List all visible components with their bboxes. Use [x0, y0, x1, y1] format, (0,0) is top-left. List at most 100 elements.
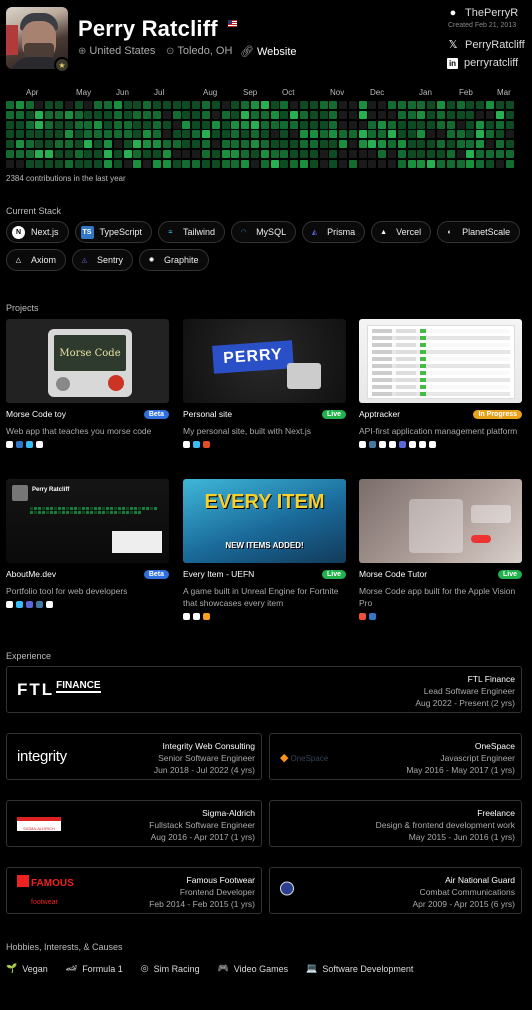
stack-chip[interactable]: ✹ Graphite — [139, 249, 209, 271]
sprout-icon: 🌱 — [6, 963, 18, 973]
contribution-cell — [201, 149, 210, 158]
contribution-cell — [250, 140, 259, 149]
contribution-cell — [378, 130, 387, 139]
project-description: Morse Code app built for the Apple Visio… — [359, 586, 516, 608]
stack-chip[interactable]: ◭ Prisma — [302, 221, 366, 243]
contribution-cell — [172, 101, 181, 109]
project-card[interactable]: Apptracker In Progress API-first applicati… — [359, 319, 522, 448]
contribution-cell — [505, 149, 514, 158]
stack-list: N Next.js TS TypeScript ≈ Tailwind ◠ MySQL ◭ Pris… — [6, 221, 526, 271]
linkedin-link[interactable]: in perryratcliff — [447, 57, 518, 69]
stack-chip[interactable]: △ Axiom — [6, 249, 67, 271]
experience-card[interactable]: Air National Guard Combat Communications A… — [269, 867, 522, 914]
contribution-cell — [192, 149, 201, 158]
contribution-cell — [15, 130, 24, 139]
contribution-cell — [486, 120, 495, 129]
contribution-cell — [64, 101, 73, 109]
project-title: AboutMe.dev — [6, 569, 57, 579]
tech-icon — [379, 441, 386, 448]
stack-chip[interactable]: TS TypeScript — [74, 221, 153, 243]
month-label: Mar — [497, 88, 511, 97]
contribution-cell — [211, 159, 220, 168]
project-card[interactable]: PERRY Personal site Live My personal site, … — [183, 319, 346, 448]
hobby-item: 🏎 Formula 1 — [66, 963, 123, 974]
contribution-cell — [25, 130, 34, 139]
contribution-cell — [241, 130, 250, 139]
contribution-cell — [407, 159, 416, 168]
stack-chip[interactable]: N Next.js — [6, 221, 69, 243]
project-card[interactable]: Morse Code Tutor Live Morse Code app built… — [359, 479, 522, 620]
contribution-cell — [280, 140, 289, 149]
contribution-cell — [162, 101, 171, 109]
stack-chip[interactable]: ◐ PlanetScale — [437, 221, 521, 243]
website-link[interactable]: 🔗︎ Website — [240, 45, 297, 59]
contribution-cell — [260, 130, 269, 139]
stack-chip[interactable]: ▲ Vercel — [371, 221, 432, 243]
contribution-cell — [94, 140, 103, 149]
stack-chip[interactable]: ◬ Sentry — [72, 249, 134, 271]
company-name: FTL Finance — [467, 674, 515, 684]
experience-card[interactable]: FTL FINANCE FTL Finance Lead Software Engin… — [6, 666, 522, 713]
stack-chip[interactable]: ◠ MySQL — [231, 221, 297, 243]
project-tech-icons — [6, 601, 169, 608]
contribution-cell — [94, 101, 103, 109]
job-role: Frontend Developer — [179, 887, 255, 897]
job-dates: May 2016 - May 2017 (1 yrs) — [406, 765, 515, 775]
contribution-cell — [495, 101, 504, 109]
experience-card[interactable]: ◆ OneSpace OneSpace Javascript Engineer May … — [269, 733, 522, 780]
contribution-cell — [6, 140, 14, 149]
experience-card[interactable]: Freelance Design & frontend development w… — [269, 800, 522, 847]
contribution-cell — [201, 110, 210, 119]
contribution-graph — [6, 101, 514, 168]
experience-card[interactable]: SIGMA-ALDRICH Sigma-Aldrich Fullstack Soft… — [6, 800, 262, 847]
contribution-cell — [495, 159, 504, 168]
contribution-cell — [143, 130, 152, 139]
contribution-cell — [486, 140, 495, 149]
contribution-cell — [309, 140, 318, 149]
contribution-cell — [6, 110, 14, 119]
x-link[interactable]: 𝕏 PerryRatcliff — [447, 38, 525, 52]
contribution-cell — [329, 159, 338, 168]
project-card[interactable]: Perry Ratcliff AboutMe.dev Beta Portfolio t… — [6, 479, 169, 608]
tech-icon — [16, 441, 23, 448]
job-dates: Aug 2016 - Apr 2017 (1 yrs) — [150, 832, 255, 842]
company-name: Integrity Web Consulting — [162, 741, 255, 751]
project-card[interactable]: Morse Code Morse Code toy Beta Web app that… — [6, 319, 169, 448]
contribution-cell — [35, 149, 44, 158]
project-description: Web app that teaches you morse code — [6, 426, 152, 436]
contribution-cell — [192, 130, 201, 139]
contribution-cell — [35, 120, 44, 129]
contribution-cell — [133, 159, 142, 168]
contribution-cell — [133, 120, 142, 129]
map-pin-icon: ⊙ — [166, 45, 175, 57]
contribution-cell — [45, 149, 54, 158]
experience-card[interactable]: integrity Integrity Web Consulting Senior … — [6, 733, 262, 780]
contribution-cell — [456, 140, 465, 149]
contribution-cell — [94, 130, 103, 139]
stack-chip[interactable]: ≈ Tailwind — [158, 221, 226, 243]
contribution-cell — [319, 130, 328, 139]
stack-chip-label: TypeScript — [99, 227, 143, 237]
hobby-item: 🌱 Vegan — [6, 963, 48, 974]
contribution-cell — [221, 110, 230, 119]
thumbnail-text: Morse Code — [54, 335, 126, 371]
project-tech-icons — [359, 441, 522, 448]
contribution-cell — [437, 130, 446, 139]
contribution-cell — [94, 120, 103, 129]
project-tech-icons — [183, 441, 346, 448]
contribution-cell — [290, 130, 299, 139]
tech-icon — [399, 441, 406, 448]
tech-icon — [6, 601, 13, 608]
contribution-cell — [152, 101, 161, 109]
company-name: Sigma-Aldrich — [202, 808, 255, 818]
contribution-cell — [495, 120, 504, 129]
project-card[interactable]: EVERY ITEM NEW ITEMS ADDED! Every Item - U… — [183, 479, 346, 620]
contribution-cell — [231, 101, 240, 109]
experience-card[interactable]: FAMOUS footwear Famous Footwear Frontend De… — [6, 867, 262, 914]
contribution-cell — [368, 159, 377, 168]
contribution-cell — [456, 149, 465, 158]
month-label: Sep — [243, 88, 258, 97]
contribution-cell — [339, 101, 348, 109]
github-link[interactable]: ● ThePerryR — [447, 7, 519, 19]
contribution-cell — [54, 110, 63, 119]
